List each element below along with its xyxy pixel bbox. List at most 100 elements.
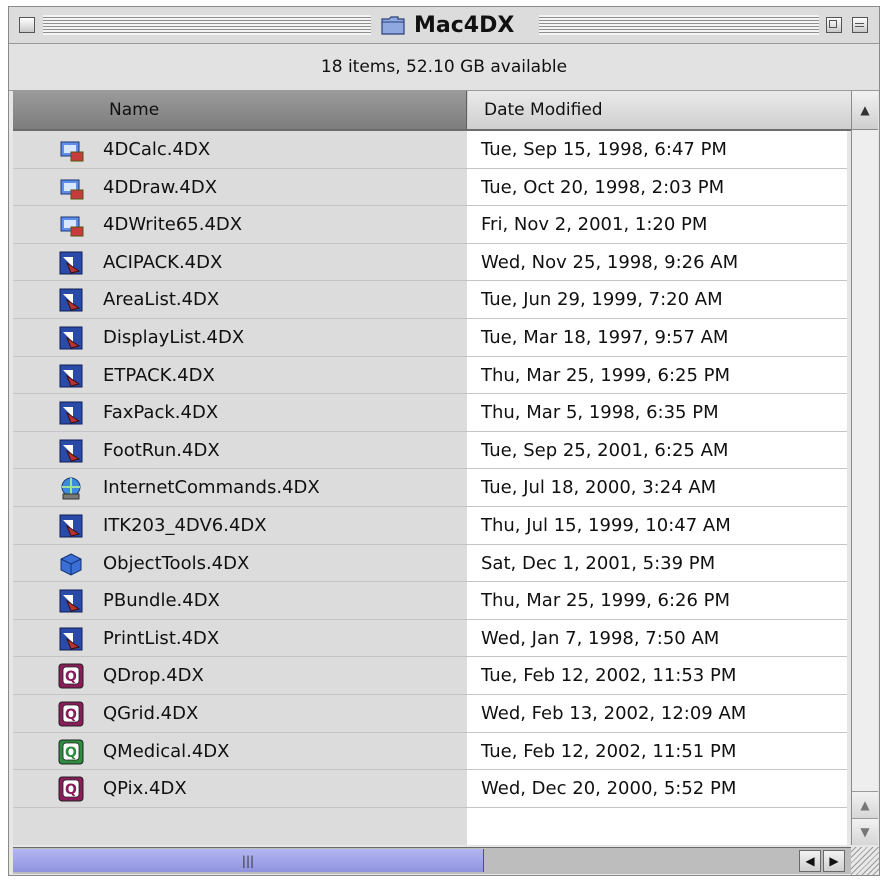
- file-name[interactable]: FaxPack.4DX: [103, 394, 218, 431]
- vertical-scrollbar[interactable]: ▲ ▲ ▼: [851, 91, 878, 845]
- column-header: Name Date Modified: [13, 91, 851, 131]
- resize-grip[interactable]: [851, 847, 879, 875]
- q-icon[interactable]: Q: [57, 662, 85, 690]
- file-date-modified: Thu, Mar 25, 1999, 6:26 PM: [481, 590, 731, 612]
- close-box[interactable]: [19, 17, 35, 33]
- scroll-left-arrow[interactable]: ◀: [799, 850, 821, 872]
- zoom-box[interactable]: [826, 17, 842, 33]
- plugin-icon[interactable]: [57, 399, 85, 427]
- scroll-down-arrow[interactable]: ▼: [852, 818, 878, 845]
- file-row[interactable]: Q QDrop.4DX Tue, Feb 12, 2002, 11:53 PM: [13, 657, 847, 695]
- file-date-modified: Thu, Mar 25, 1999, 6:25 PM: [481, 364, 731, 386]
- file-row[interactable]: 4DDraw.4DX Tue, Oct 20, 1998, 2:03 PM: [13, 169, 847, 207]
- plugin-icon[interactable]: [57, 587, 85, 615]
- svg-text:Q: Q: [65, 745, 77, 761]
- file-name[interactable]: 4DCalc.4DX: [103, 131, 210, 168]
- file-date-modified: Fri, Nov 2, 2001, 1:20 PM: [481, 214, 708, 236]
- column-header-date[interactable]: Date Modified: [468, 91, 851, 129]
- file-row[interactable]: 4DCalc.4DX Tue, Sep 15, 1998, 6:47 PM: [13, 131, 847, 169]
- file-name[interactable]: PrintList.4DX: [103, 620, 219, 657]
- file-date-modified: Wed, Nov 25, 1998, 9:26 AM: [481, 251, 739, 273]
- file-date-modified: Wed, Dec 20, 2000, 5:52 PM: [481, 778, 737, 800]
- status-bar: 18 items, 52.10 GB available: [9, 44, 879, 91]
- q-icon[interactable]: Q: [57, 700, 85, 728]
- scroll-up-arrow-bottom[interactable]: ▲: [852, 791, 878, 818]
- svg-text:Q: Q: [65, 669, 77, 685]
- file-row[interactable]: PrintList.4DX Wed, Jan 7, 1998, 7:50 AM: [13, 620, 847, 658]
- finder-window: Mac4DX 18 items, 52.10 GB available Name…: [8, 6, 880, 876]
- svg-text:Q: Q: [65, 707, 77, 723]
- file-row[interactable]: DisplayList.4DX Tue, Mar 18, 1997, 9:57 A…: [13, 319, 847, 357]
- file-row[interactable]: ETPACK.4DX Thu, Mar 25, 1999, 6:25 PM: [13, 357, 847, 395]
- file-name[interactable]: QMedical.4DX: [103, 733, 230, 770]
- svg-text:Q: Q: [65, 782, 77, 798]
- file-name[interactable]: DisplayList.4DX: [103, 319, 244, 356]
- file-name[interactable]: InternetCommands.4DX: [103, 469, 320, 506]
- horizontal-scrollbar[interactable]: ||| ◀ ▶: [13, 847, 851, 874]
- title-stripes-left: [43, 15, 371, 35]
- file-row[interactable]: 4DWrite65.4DX Fri, Nov 2, 2001, 1:20 PM: [13, 206, 847, 244]
- internet-icon[interactable]: [57, 474, 85, 502]
- file-name[interactable]: 4DWrite65.4DX: [103, 206, 242, 243]
- file-row[interactable]: FootRun.4DX Tue, Sep 25, 2001, 6:25 AM: [13, 432, 847, 470]
- status-text: 18 items, 52.10 GB available: [320, 57, 568, 77]
- file-name[interactable]: 4DDraw.4DX: [103, 169, 217, 206]
- title-stripes-right: [539, 15, 819, 35]
- horizontal-scroll-thumb[interactable]: |||: [13, 849, 484, 872]
- file-date-modified: Tue, Feb 12, 2002, 11:51 PM: [481, 740, 737, 762]
- file-date-modified: Wed, Jan 7, 1998, 7:50 AM: [481, 627, 720, 649]
- file-date-modified: Tue, Feb 12, 2002, 11:53 PM: [481, 665, 737, 687]
- file-name[interactable]: QPix.4DX: [103, 770, 187, 807]
- file-date-modified: Tue, Oct 20, 1998, 2:03 PM: [481, 176, 725, 198]
- file-row[interactable]: ITK203_4DV6.4DX Thu, Jul 15, 1999, 10:47 …: [13, 507, 847, 545]
- file-list: 4DCalc.4DX Tue, Sep 15, 1998, 6:47 PM 4DDr…: [13, 131, 847, 845]
- file-name[interactable]: FootRun.4DX: [103, 432, 220, 469]
- file-name[interactable]: QDrop.4DX: [103, 657, 204, 694]
- title-bar[interactable]: Mac4DX: [9, 7, 879, 44]
- file-name[interactable]: AreaList.4DX: [103, 281, 219, 318]
- file-row[interactable]: ACIPACK.4DX Wed, Nov 25, 1998, 9:26 AM: [13, 244, 847, 282]
- file-row[interactable]: AreaList.4DX Tue, Jun 29, 1999, 7:20 AM: [13, 281, 847, 319]
- scroll-right-arrow[interactable]: ▶: [823, 850, 845, 872]
- file-name[interactable]: ACIPACK.4DX: [103, 244, 222, 281]
- file-row[interactable]: FaxPack.4DX Thu, Mar 5, 1998, 6:35 PM: [13, 394, 847, 432]
- file-date-modified: Tue, Mar 18, 1997, 9:57 AM: [481, 327, 729, 348]
- file-date-modified: Wed, Feb 13, 2002, 12:09 AM: [481, 703, 747, 724]
- file-row[interactable]: Q QGrid.4DX Wed, Feb 13, 2002, 12:09 AM: [13, 695, 847, 733]
- file-name[interactable]: ITK203_4DV6.4DX: [103, 507, 267, 544]
- q-icon[interactable]: Q: [57, 775, 85, 803]
- 4d-draw-icon[interactable]: [57, 174, 85, 202]
- plugin-icon[interactable]: [57, 362, 85, 390]
- plugin-icon[interactable]: [57, 286, 85, 314]
- 4d-write-icon[interactable]: [57, 211, 85, 239]
- file-row[interactable]: ObjectTools.4DX Sat, Dec 1, 2001, 5:39 PM: [13, 545, 847, 583]
- file-date-modified: Tue, Jun 29, 1999, 7:20 AM: [481, 289, 723, 311]
- plugin-icon[interactable]: [57, 437, 85, 465]
- file-name[interactable]: ObjectTools.4DX: [103, 545, 249, 582]
- file-row[interactable]: Q QMedical.4DX Tue, Feb 12, 2002, 11:51 PM: [13, 733, 847, 771]
- file-name[interactable]: PBundle.4DX: [103, 582, 220, 619]
- window-title: Mac4DX: [372, 11, 523, 39]
- file-row[interactable]: PBundle.4DX Thu, Mar 25, 1999, 6:26 PM: [13, 582, 847, 620]
- 4d-calc-icon[interactable]: [57, 136, 85, 164]
- file-row[interactable]: InternetCommands.4DX Tue, Jul 18, 2000, 3…: [13, 469, 847, 507]
- plugin-icon[interactable]: [57, 249, 85, 277]
- file-row[interactable]: Q QPix.4DX Wed, Dec 20, 2000, 5:52 PM: [13, 770, 847, 808]
- file-date-modified: Sat, Dec 1, 2001, 5:39 PM: [481, 552, 716, 574]
- file-date-modified: Thu, Jul 15, 1999, 10:47 AM: [481, 515, 731, 536]
- file-name[interactable]: ETPACK.4DX: [103, 357, 215, 394]
- cube-icon[interactable]: [57, 550, 85, 578]
- column-header-name[interactable]: Name: [13, 91, 467, 129]
- q-icon[interactable]: Q: [57, 738, 85, 766]
- plugin-icon[interactable]: [57, 625, 85, 653]
- row-divider: [13, 806, 847, 808]
- collapse-box[interactable]: [852, 17, 868, 33]
- scroll-up-arrow[interactable]: ▲: [852, 91, 878, 130]
- folder-icon: [381, 16, 405, 35]
- plugin-icon[interactable]: [57, 512, 85, 540]
- file-name[interactable]: QGrid.4DX: [103, 695, 198, 732]
- window-title-text: Mac4DX: [414, 12, 515, 38]
- file-date-modified: Tue, Sep 25, 2001, 6:25 AM: [481, 439, 729, 461]
- file-date-modified: Tue, Sep 15, 1998, 6:47 PM: [481, 139, 727, 160]
- plugin-icon[interactable]: [57, 324, 85, 352]
